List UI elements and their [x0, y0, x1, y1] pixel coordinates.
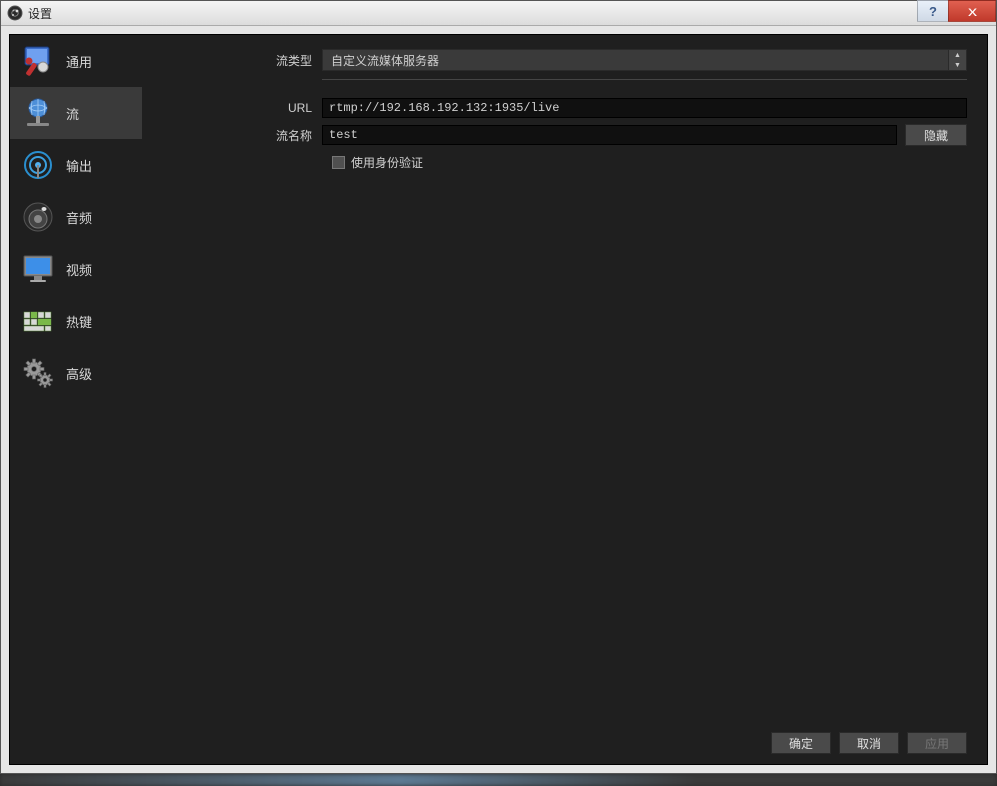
hide-button[interactable]: 隐藏 [905, 124, 967, 146]
dark-panel: 通用 流 [9, 34, 988, 765]
sidebar: 通用 流 [10, 35, 142, 764]
apply-button[interactable]: 应用 [907, 732, 967, 754]
row-use-auth: 使用身份验证 [332, 154, 967, 171]
sidebar-item-label: 流 [66, 104, 79, 123]
checkbox-use-auth[interactable] [332, 156, 345, 169]
sidebar-item-label: 音频 [66, 208, 92, 227]
row-stream-type: 流类型 自定义流媒体服务器 ▲▼ [152, 49, 967, 71]
gears-icon [20, 355, 56, 391]
help-button[interactable]: ? [917, 0, 949, 22]
chevron-up-down-icon[interactable]: ▲▼ [948, 50, 966, 70]
sidebar-item-video[interactable]: 视频 [10, 243, 142, 295]
window-title: 设置 [28, 5, 52, 22]
monitor-icon [20, 251, 56, 287]
label-stream-type: 流类型 [152, 52, 322, 69]
sidebar-item-label: 热键 [66, 312, 92, 331]
sidebar-item-audio[interactable]: 音频 [10, 191, 142, 243]
close-button[interactable]: x [948, 0, 996, 22]
row-stream-name: 流名称 隐藏 [152, 124, 967, 146]
input-url[interactable] [322, 98, 967, 118]
body-area: 通用 流 [1, 26, 996, 773]
ok-button[interactable]: 确定 [771, 732, 831, 754]
globe-network-icon [20, 95, 56, 131]
sidebar-item-label: 输出 [66, 156, 92, 175]
row-url: URL [152, 98, 967, 118]
separator [322, 79, 967, 80]
sidebar-item-label: 视频 [66, 260, 92, 279]
input-stream-key[interactable] [322, 125, 897, 145]
main-content: 流类型 自定义流媒体服务器 ▲▼ URL 流名称 隐 [142, 35, 987, 764]
sidebar-item-hotkeys[interactable]: 热键 [10, 295, 142, 347]
broadcast-icon [20, 147, 56, 183]
sidebar-item-stream[interactable]: 流 [10, 87, 142, 139]
dropdown-stream-type[interactable]: 自定义流媒体服务器 ▲▼ [322, 49, 967, 71]
wrench-icon [20, 43, 56, 79]
cancel-button[interactable]: 取消 [839, 732, 899, 754]
window-controls: ? x [918, 0, 996, 22]
footer-buttons: 确定 取消 应用 [771, 732, 967, 754]
sidebar-item-label: 高级 [66, 364, 92, 383]
label-stream-name: 流名称 [152, 127, 322, 144]
sidebar-item-advanced[interactable]: 高级 [10, 347, 142, 399]
titlebar[interactable]: 设置 ? x [1, 1, 996, 26]
sidebar-item-label: 通用 [66, 52, 92, 71]
app-icon [7, 5, 23, 21]
label-use-auth: 使用身份验证 [351, 154, 423, 171]
sidebar-item-output[interactable]: 输出 [10, 139, 142, 191]
keyboard-icon [20, 303, 56, 339]
speaker-icon [20, 199, 56, 235]
settings-window: 设置 ? x 通用 [0, 0, 997, 774]
dropdown-value: 自定义流媒体服务器 [331, 52, 439, 69]
background-bottom [0, 774, 997, 786]
sidebar-item-general[interactable]: 通用 [10, 35, 142, 87]
label-url: URL [152, 101, 322, 115]
